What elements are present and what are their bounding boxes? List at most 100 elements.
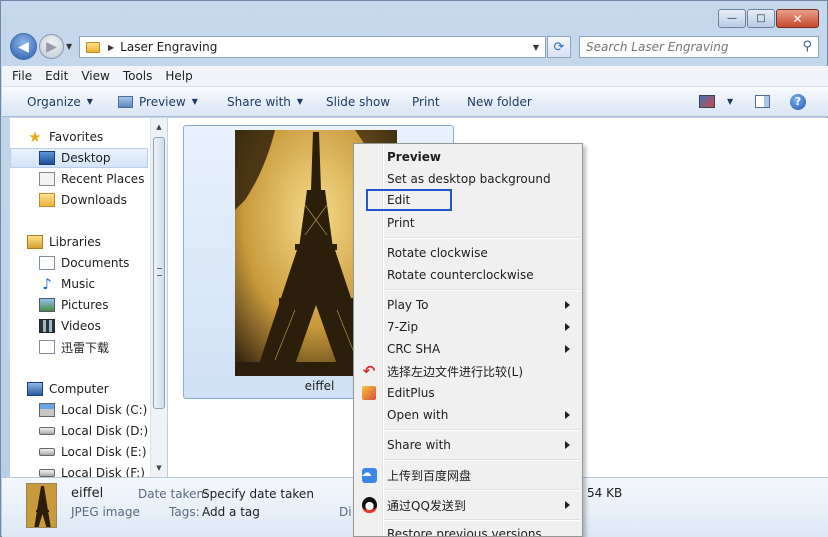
menu-item-rotate-cw[interactable]: Rotate clockwise [356,242,580,264]
nav-xunlei[interactable]: 迅雷下载 [39,337,109,357]
menu-item-editplus[interactable]: EditPlus [356,382,580,404]
preview-icon [118,95,133,108]
menu-item-crc-sha[interactable]: CRC SHA [356,338,580,360]
nav-label: Videos [61,319,101,333]
menu-item-7zip[interactable]: 7-Zip [356,316,580,338]
scroll-up-icon[interactable]: ▲ [151,119,167,135]
nav-label: Local Disk (D:) [61,424,149,438]
breadcrumb-chevron-icon[interactable]: ▶ [108,43,114,52]
print-button[interactable]: Print [412,95,440,109]
search-input[interactable] [586,40,786,54]
scroll-thumb[interactable] [153,137,165,409]
nav-favorites[interactable]: ★ Favorites [27,127,103,147]
context-menu: Preview Set as desktop background Edit P… [353,143,583,537]
nav-downloads[interactable]: Downloads [39,190,127,210]
menu-item-share-with[interactable]: Share with [356,434,580,456]
menu-item-play-to[interactable]: Play To [356,294,580,316]
menu-view[interactable]: View [81,69,109,83]
nav-disk-c[interactable]: Local Disk (C:) [39,400,147,420]
change-view-button[interactable]: ▼ [699,95,733,108]
nav-disk-f[interactable]: Local Disk (F:) [39,463,145,477]
nav-computer[interactable]: Computer [27,379,109,399]
menu-edit[interactable]: Edit [45,69,68,83]
menu-item-open-with[interactable]: Open with [356,404,580,426]
nav-recent-places[interactable]: Recent Places [39,169,144,189]
nav-label: Libraries [49,235,101,249]
menu-label: Play To [387,298,429,312]
preview-pane-icon [755,95,770,108]
menu-item-print[interactable]: Print [356,212,580,234]
nav-scrollbar[interactable]: ▲ ▼ [150,118,167,477]
close-button[interactable]: ✕ [776,9,819,28]
navigation-pane: ★ Favorites Desktop Recent Places Downloa… [10,118,150,477]
nav-label: Computer [49,382,109,396]
preview-button[interactable]: Preview ▼ [118,95,198,109]
menu-item-qq-send[interactable]: 通过QQ发送到 [356,494,580,516]
recent-pages-dropdown[interactable]: ▼ [66,42,72,51]
arrow-right-icon: ▶ [46,38,57,55]
address-history-dropdown[interactable]: ▼ [533,43,539,52]
penguin-icon [361,497,377,513]
back-button[interactable]: ◀ [10,33,37,60]
nav-buttons: ◀ ▶ ▼ [10,33,72,60]
preview-pane-button[interactable] [755,95,770,108]
search-icon[interactable]: ⚲ [802,39,812,54]
star-icon: ★ [28,128,42,146]
date-taken-value[interactable]: Specify date taken [202,487,314,501]
refresh-icon: ⟳ [553,39,565,55]
editplus-icon [361,385,377,401]
menu-label: Open with [387,408,449,422]
menu-item-preview[interactable]: Preview [356,146,580,168]
organize-label: Organize [27,94,81,109]
chevron-down-icon: ▼ [191,97,198,106]
new-folder-button[interactable]: New folder [467,95,532,109]
menu-item-compare-left[interactable]: ↶ 选择左边文件进行比较(L) [356,360,580,382]
eiffel-tower-small-thumbnail [27,484,56,527]
scroll-down-icon[interactable]: ▼ [151,460,167,476]
forward-button[interactable]: ▶ [39,34,64,59]
music-note-icon: ♪ [42,275,52,293]
menu-help[interactable]: Help [165,69,192,83]
menu-file[interactable]: File [12,69,32,83]
arrow-left-icon: ◀ [18,38,29,55]
nav-documents[interactable]: Documents [39,253,129,273]
organize-button[interactable]: Organize ▼ [27,95,93,109]
menu-tools[interactable]: Tools [123,69,153,83]
help-button[interactable]: ? [790,93,806,110]
menu-item-set-background[interactable]: Set as desktop background [356,168,580,190]
film-strip-icon [39,319,55,333]
tags-value[interactable]: Add a tag [202,505,260,519]
nav-music[interactable]: ♪ Music [39,274,95,294]
nav-disk-e[interactable]: Local Disk (E:) [39,442,147,462]
chevron-down-icon: ▼ [727,97,734,106]
command-bar: Organize ▼ Preview ▼ Share with ▼ Slide sho… [2,87,828,117]
share-with-button[interactable]: Share with ▼ [227,95,303,109]
slide-show-button[interactable]: Slide show [326,95,390,109]
minimize-button[interactable]: — [718,9,746,28]
baidu-cloud-icon: ☁ [361,467,377,483]
menu-separator [384,459,580,461]
pictures-icon [39,298,55,312]
nav-libraries[interactable]: Libraries [27,232,101,252]
breadcrumb-current[interactable]: Laser Engraving [120,40,217,54]
libraries-icon [27,235,43,249]
submenu-arrow-icon [565,441,570,449]
address-bar[interactable]: ▶ Laser Engraving ▼ [79,36,546,58]
menu-item-edit[interactable]: Edit [366,189,452,211]
search-box[interactable]: ⚲ [579,36,819,58]
maximize-button[interactable]: □ [747,9,775,28]
nav-pictures[interactable]: Pictures [39,295,109,315]
refresh-button[interactable]: ⟳ [547,36,571,58]
hard-disk-icon [39,469,55,477]
menu-item-rotate-ccw[interactable]: Rotate counterclockwise [356,264,580,286]
nav-disk-d[interactable]: Local Disk (D:) [39,421,148,441]
nav-videos[interactable]: Videos [39,316,101,336]
nav-desktop[interactable]: Desktop [10,148,148,168]
caption-buttons: — □ ✕ [718,9,819,28]
nav-label: Pictures [61,298,109,312]
computer-icon [27,382,43,396]
submenu-arrow-icon [565,323,570,331]
menu-item-restore-versions[interactable]: Restore previous versions [356,523,580,536]
documents-icon [39,256,55,270]
menu-item-baidu-upload[interactable]: ☁ 上传到百度网盘 [356,464,580,486]
